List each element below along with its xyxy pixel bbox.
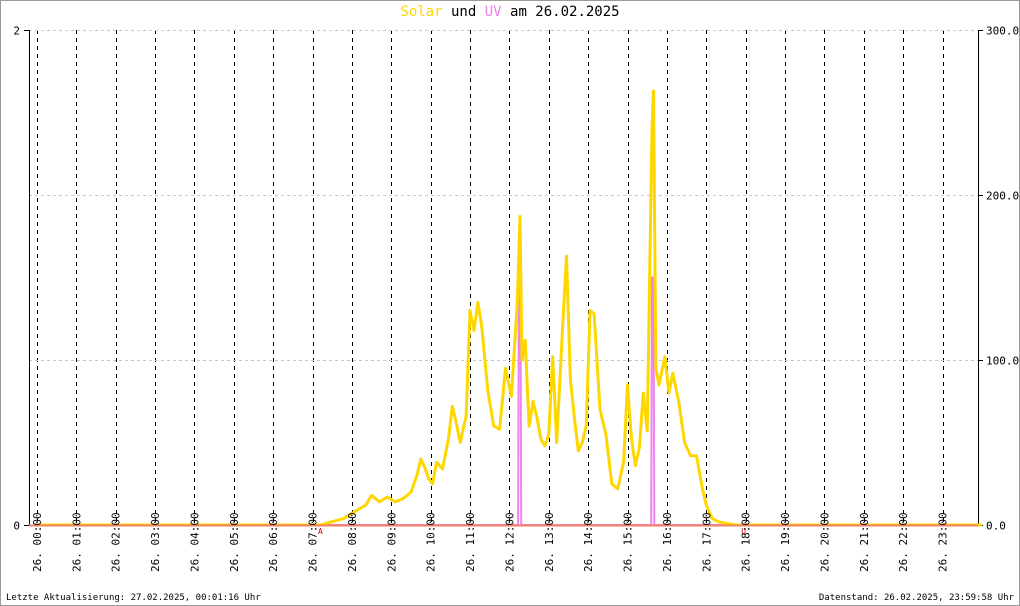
x-tick-label: 26. 01:00 [70,512,83,572]
x-tick-label: 26. 17:00 [700,512,713,572]
y-left-tick-label: 0 [13,520,20,533]
x-tick-label: 26. 04:00 [188,512,201,572]
data-state-text: Datenstand: 26.02.2025, 23:59:58 Uhr [818,593,1014,603]
x-tick-label: 26. 11:00 [464,512,477,572]
x-tick-label: 26. 22:00 [897,512,910,572]
y-right-tick-label: 0.0 [986,520,1006,533]
x-tick-label: 26. 20:00 [818,512,831,572]
x-tick-label: 26. 07:00 [307,512,320,572]
x-tick-label: 26. 18:00 [740,512,753,572]
x-tick-label: 26. 13:00 [543,512,556,572]
x-tick-label: 26. 14:00 [582,512,595,572]
series-lines [29,89,982,527]
series-solar [36,89,982,527]
y-right-tick-label: 300.0 [986,25,1019,38]
x-tick-label: 26. 02:00 [110,512,123,572]
x-tick-label: 26. 16:00 [661,512,674,572]
y-left-tick-label: 2 [13,25,20,38]
x-tick-label: 26. 19:00 [779,512,792,572]
x-tick-label: 26. 06:00 [267,512,280,572]
x-tick-label: 26. 12:00 [503,512,516,572]
grid-lines [29,30,978,525]
x-tick-label: 26. 08:00 [346,512,359,572]
axes [24,30,983,526]
x-tick-label: 26. 23:00 [937,512,950,572]
x-tick-label: 26. 21:00 [858,512,871,572]
y-right-tick-label: 200.0 [986,190,1019,203]
x-tick-label: 26. 00:00 [31,512,44,572]
last-update-text: Letzte Aktualisierung: 27.02.2025, 00:01… [6,593,261,603]
x-tick-label: 26. 03:00 [149,512,162,572]
x-tick-label: 26. 05:00 [228,512,241,572]
x-tick-label: 26. 09:00 [385,512,398,572]
x-tick-label: 26. 15:00 [622,512,635,572]
x-tick-label: 26. 10:00 [425,512,438,572]
y-right-tick-label: 100.0 [986,355,1019,368]
chart-canvas: 020.0100.0200.0300.0A U26. 00:00 26. 01:00… [13,25,1019,573]
